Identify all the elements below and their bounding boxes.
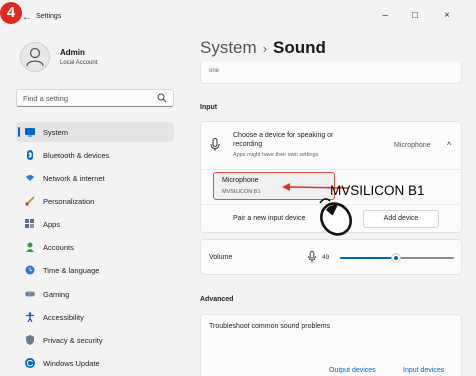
step-badge: 4 — [0, 2, 22, 24]
mouse-click-icon — [319, 198, 352, 236]
